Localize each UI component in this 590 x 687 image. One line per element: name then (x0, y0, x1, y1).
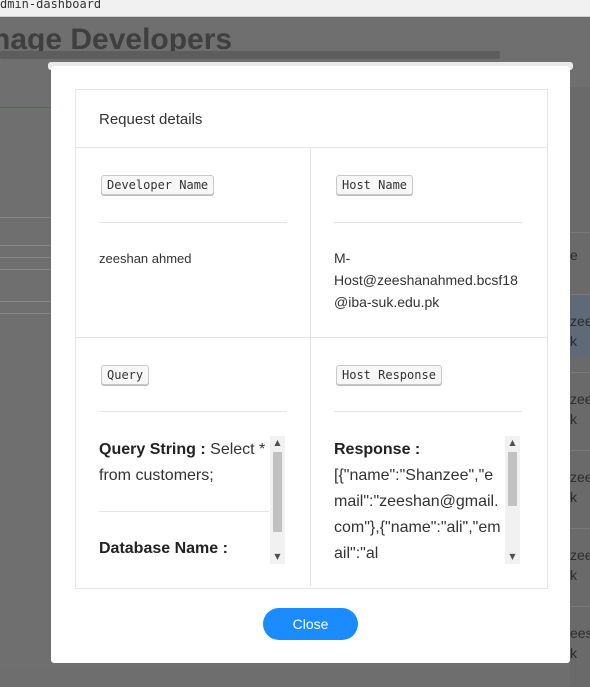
url-text: dmin-dashboard (0, 0, 102, 11)
database-name-label: Database Name : (99, 540, 228, 557)
cell-divider (334, 411, 522, 412)
background-cell: zee k (570, 372, 590, 435)
query-scrollbar[interactable]: ▲ ▼ (270, 436, 285, 564)
scroll-up-icon[interactable]: ▲ (505, 436, 520, 450)
background-table-line (0, 301, 50, 302)
scroll-up-icon[interactable]: ▲ (270, 436, 285, 450)
developer-name-value: zeeshan ahmed (99, 251, 192, 266)
response-scrollbar-thumb[interactable] (508, 452, 517, 506)
background-cell: zee k (570, 450, 590, 513)
query-string-label: Query String : (99, 441, 206, 458)
query-inner-divider (99, 511, 269, 512)
host-response-label: Host Response (336, 365, 442, 385)
column-divider (310, 148, 311, 586)
response-label: Response : (334, 441, 421, 458)
query-scrollbar-thumb[interactable] (273, 452, 282, 532)
background-cell: zee k (570, 528, 590, 591)
scroll-down-icon[interactable]: ▼ (505, 550, 520, 564)
host-name-value: M- Host@zeeshanahmed.bcsf18 @iba-suk.edu… (334, 250, 518, 310)
cell-divider (334, 222, 522, 223)
background-cell: e (570, 232, 590, 295)
response-scrollbar[interactable]: ▲ ▼ (505, 436, 520, 564)
scroll-down-icon[interactable]: ▼ (270, 550, 285, 564)
close-button[interactable]: Close (263, 608, 358, 640)
row-divider (76, 337, 546, 338)
background-page-subtitle (0, 51, 500, 59)
browser-url-bar[interactable]: dmin-dashboard (0, 0, 590, 17)
background-table-line (0, 269, 50, 270)
response-scroll-area[interactable]: Response : [{"name":"Shanzee","email":"z… (334, 436, 504, 564)
host-name-label: Host Name (336, 175, 414, 195)
query-scroll-area[interactable]: Query String : Select * from customers; … (99, 436, 269, 564)
cell-divider (99, 411, 287, 412)
card-header-divider (76, 147, 546, 148)
background-table-line (0, 245, 50, 246)
cell-divider (99, 222, 287, 223)
modal-title: Request details (99, 111, 203, 128)
background-table-line (0, 217, 50, 218)
response-value: [{"name":"Shanzee","email":"zeeshan@gmai… (334, 467, 501, 562)
background-table-line (0, 313, 50, 314)
query-label: Query (101, 365, 150, 385)
background-cell: ees k (570, 606, 590, 669)
developer-name-label: Developer Name (101, 175, 215, 195)
background-table-line (0, 257, 50, 258)
background-cell: zee k (570, 294, 590, 357)
